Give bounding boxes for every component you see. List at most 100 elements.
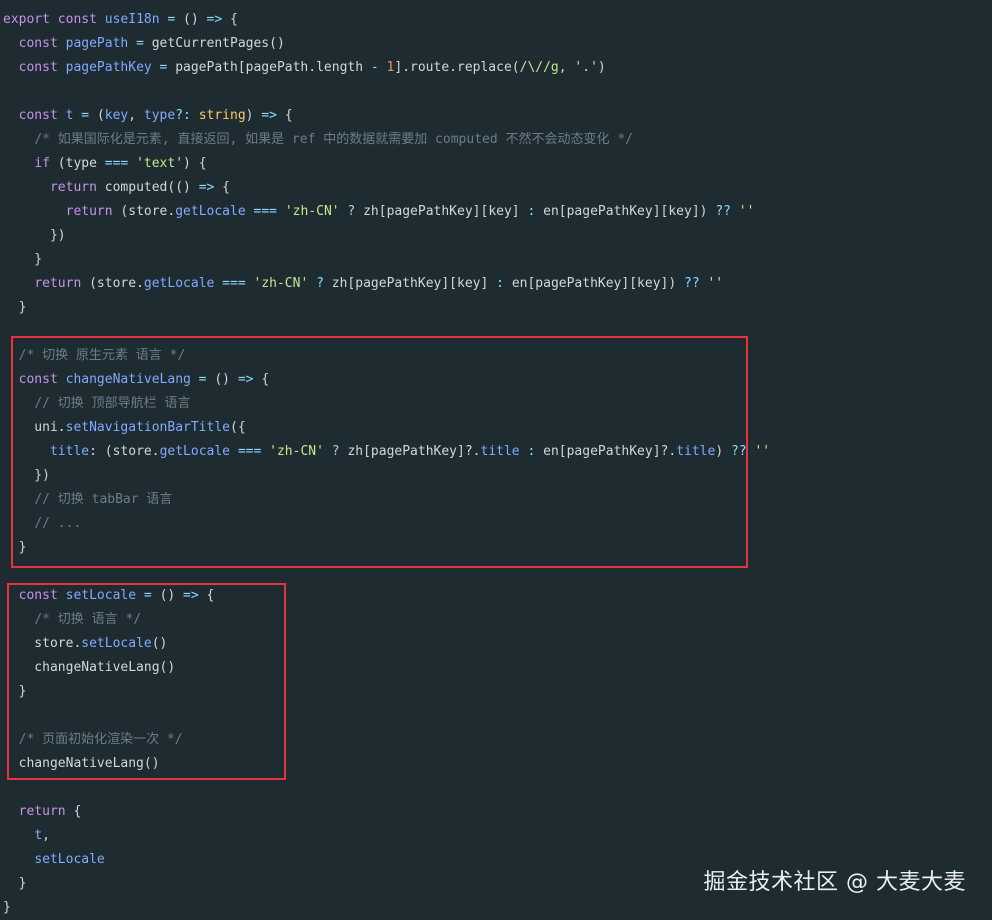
- code-token: }: [3, 900, 11, 915]
- code-token: ): [245, 108, 262, 123]
- code-line: }): [3, 224, 66, 248]
- code-line: return {: [3, 800, 82, 824]
- code-token: return: [18, 804, 74, 819]
- highlight-box-change-native-lang: [11, 336, 748, 568]
- code-token: const: [57, 12, 105, 27]
- code-token: replace: [457, 60, 512, 75]
- code-line: }: [3, 296, 27, 320]
- code-token: 'text': [136, 156, 184, 171]
- code-token: =: [73, 108, 97, 123]
- code-token: /* 如果国际化是元素, 直接返回, 如果是 ref 中的数据就需要加 comp…: [34, 132, 633, 147]
- code-token: =: [159, 12, 184, 27]
- code-token: en[pagePathKey][key]): [511, 276, 684, 291]
- code-token: (store.: [120, 204, 176, 219]
- code-token: 'zh-CN': [253, 276, 309, 291]
- code-token: =>: [261, 108, 285, 123]
- code-token: ,: [128, 108, 144, 123]
- code-token: en[pagePathKey][key]): [543, 204, 716, 219]
- code-token: }: [3, 300, 27, 315]
- code-token: length: [316, 60, 364, 75]
- code-token: {: [284, 108, 293, 123]
- code-token: (store.: [89, 276, 144, 291]
- code-token: const: [18, 36, 66, 51]
- code-token: return: [49, 180, 105, 195]
- code-token: ===: [104, 156, 137, 171]
- code-token: '.': [574, 60, 598, 75]
- code-token: ].: [394, 60, 411, 75]
- code-line: return computed(() => {: [3, 176, 230, 200]
- code-token: {: [222, 180, 230, 195]
- code-line: const pagePath = getCurrentPages(): [3, 32, 285, 56]
- code-token: =: [128, 36, 152, 51]
- code-token: ??: [715, 204, 739, 219]
- code-token: export: [3, 12, 58, 27]
- code-token: const: [18, 60, 66, 75]
- code-token: =>: [198, 180, 223, 195]
- code-token: (): [183, 12, 207, 27]
- code-token: {: [73, 804, 82, 819]
- code-token: -: [363, 60, 387, 75]
- code-token: '': [738, 204, 755, 219]
- code-token: route: [410, 60, 450, 75]
- code-token: computed((): [104, 180, 199, 195]
- code-token: =: [151, 60, 176, 75]
- code-token: pagePath[pagePath.: [175, 60, 317, 75]
- code-token: zh[pagePathKey][key]: [363, 204, 528, 219]
- code-token: :: [527, 204, 544, 219]
- code-token: }): [3, 228, 66, 243]
- code-token: }: [3, 876, 27, 891]
- code-token: setLocale: [34, 852, 105, 867]
- code-token: ===: [214, 276, 254, 291]
- code-token: ) {: [183, 156, 207, 171]
- code-line: const pagePathKey = pagePath[pagePath.le…: [3, 56, 606, 80]
- code-line: setLocale: [3, 848, 105, 872]
- code-token: }: [3, 252, 43, 267]
- code-token: getLocale: [175, 204, 246, 219]
- code-line: t,: [3, 824, 50, 848]
- code-token: ??: [684, 276, 708, 291]
- code-token: getLocale: [143, 276, 215, 291]
- code-token: '': [707, 276, 724, 291]
- code-token: ?: [339, 204, 364, 219]
- code-token: pagePathKey: [65, 60, 152, 75]
- code-token: '': [754, 444, 771, 459]
- code-token: ?:: [175, 108, 199, 123]
- code-token: (: [511, 60, 520, 75]
- code-token: getCurrentPages(): [151, 36, 285, 51]
- code-token: .: [449, 60, 457, 75]
- code-line: return (store.getLocale === 'zh-CN' ? zh…: [3, 200, 755, 224]
- code-token: :: [496, 276, 512, 291]
- code-token: const: [18, 108, 66, 123]
- code-token: return: [34, 276, 90, 291]
- code-token: ?: [308, 276, 332, 291]
- code-line: /* 如果国际化是元素, 直接返回, 如果是 ref 中的数据就需要加 comp…: [3, 128, 633, 152]
- code-line: if (type === 'text') {: [3, 152, 207, 176]
- code-token: =>: [206, 12, 231, 27]
- code-line: }: [3, 872, 27, 896]
- code-token: (type: [57, 156, 105, 171]
- code-line: }: [3, 248, 42, 272]
- code-line: const t = (key, type?: string) => {: [3, 104, 293, 128]
- code-line: return (store.getLocale === 'zh-CN' ? zh…: [3, 272, 723, 296]
- code-token: {: [230, 12, 238, 27]
- code-token: type: [143, 108, 176, 123]
- code-token: /\//g: [519, 60, 559, 75]
- code-token: pagePath: [65, 36, 129, 51]
- watermark-text: 掘金技术社区 @ 大麦大麦: [703, 870, 966, 895]
- highlight-box-set-locale: [7, 583, 286, 780]
- code-line: }: [3, 896, 11, 920]
- code-token: ,: [42, 828, 50, 843]
- code-token: ,: [558, 60, 575, 75]
- code-token: (: [96, 108, 105, 123]
- code-token: if: [34, 156, 58, 171]
